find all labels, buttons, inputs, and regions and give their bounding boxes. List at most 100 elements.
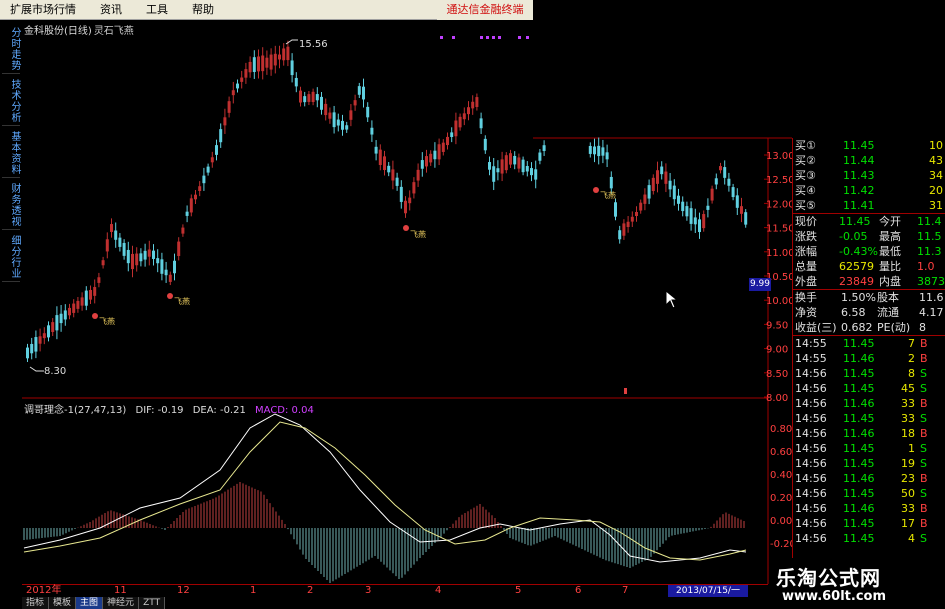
- candle-body: [164, 269, 168, 276]
- tab-main-chart[interactable]: 主图: [76, 597, 104, 609]
- tab-indicator[interactable]: 指标: [22, 597, 50, 609]
- tick-side: B: [920, 337, 928, 350]
- stat-value: 23849: [839, 275, 874, 288]
- price-tick-label: 12.00: [766, 199, 795, 210]
- tab-ztt[interactable]: ZTT: [139, 597, 166, 609]
- macd-tick-label: 0.80: [770, 424, 792, 435]
- candle-body: [278, 54, 281, 60]
- candle-body: [173, 260, 176, 274]
- tab-neuron[interactable]: 神经元: [103, 597, 140, 609]
- candle-body: [72, 303, 76, 313]
- stat-label: 内盘: [879, 275, 901, 288]
- x-tick-label: 2: [307, 585, 314, 596]
- candle-body: [42, 333, 46, 339]
- stat-label: 最高: [879, 230, 901, 243]
- candle-body: [189, 198, 193, 213]
- candle-body: [273, 53, 277, 66]
- candle-body: [320, 96, 323, 110]
- candle-body: [269, 54, 273, 70]
- x-tick-label: 6: [575, 585, 582, 596]
- tick-row: 14:56 11.45 19 S: [793, 456, 945, 471]
- stat-value: 3873: [917, 275, 945, 288]
- tick-row: 14:56 11.45 1 S: [793, 441, 945, 456]
- candle-body: [206, 166, 210, 173]
- candle-body: [672, 185, 676, 200]
- stat-label: 涨幅: [795, 245, 817, 258]
- candle-body: [488, 162, 491, 170]
- tick-volume: 4: [908, 532, 915, 545]
- tick-time: 14:56: [795, 502, 827, 515]
- candle-body: [47, 325, 50, 338]
- macd-tick-label: 0.00: [770, 516, 792, 527]
- bid-label: 买①: [795, 139, 816, 152]
- current-price-tag: 9.99: [749, 278, 771, 291]
- candle-body: [248, 61, 252, 73]
- candle-body: [437, 144, 441, 160]
- candle-body: [735, 195, 739, 208]
- tick-time: 14:56: [795, 442, 827, 455]
- candle-body: [714, 178, 718, 185]
- stat-row: 现价 11.45 今开 11.4: [793, 214, 945, 229]
- candle-body: [647, 185, 651, 199]
- x-tick-label: 12: [177, 585, 190, 596]
- candle-body: [378, 149, 382, 166]
- x-tick-label: 3: [365, 585, 372, 596]
- tick-time: 14:56: [795, 457, 827, 470]
- candle-body: [471, 101, 475, 109]
- candle-body: [345, 125, 349, 130]
- candle-body: [530, 168, 533, 176]
- candle-body: [475, 97, 479, 107]
- tick-row: 14:56 11.45 45 S: [793, 381, 945, 396]
- candle-body: [240, 77, 244, 82]
- mouse-cursor-icon: [665, 290, 679, 309]
- candle-body: [59, 313, 63, 324]
- stock-name: 金科股份(日线): [24, 26, 92, 37]
- stat-label: 总量: [795, 260, 817, 273]
- stat-label: 外盘: [795, 275, 817, 288]
- candle-body: [294, 77, 298, 87]
- bid-volume: 20: [929, 184, 943, 197]
- candle-body: [215, 145, 218, 155]
- tick-time: 14:56: [795, 427, 827, 440]
- tick-time: 14:56: [795, 382, 827, 395]
- dif-value: DIF: -0.19: [135, 405, 184, 416]
- candle-body: [706, 205, 710, 210]
- stat-label: 量比: [879, 260, 901, 273]
- candle-body: [538, 152, 542, 161]
- tick-volume: 18: [901, 427, 915, 440]
- candle-body: [425, 156, 428, 167]
- candle-body: [177, 241, 181, 257]
- candle-body: [479, 118, 483, 129]
- tick-side: B: [920, 472, 928, 485]
- candle-body: [341, 120, 344, 130]
- top-signal-dots: [440, 36, 529, 39]
- tick-row: 14:56 11.45 33 S: [793, 411, 945, 426]
- candle-body: [404, 200, 407, 214]
- candle-body: [719, 166, 722, 171]
- candle-body: [597, 145, 601, 157]
- stat-row: 收益(三) 0.682 PE(动) 8: [793, 320, 945, 335]
- tick-row: 14:56 11.46 23 B: [793, 471, 945, 486]
- tick-price: 11.46: [843, 427, 875, 440]
- candle-body: [122, 242, 126, 256]
- svg-text:飞燕: 飞燕: [174, 296, 190, 306]
- stat-value: 1.0: [917, 260, 935, 273]
- candle-body: [105, 239, 109, 252]
- candle-body: [593, 146, 596, 155]
- stat-label: 换手: [795, 291, 817, 304]
- candle-body: [399, 186, 403, 202]
- candle-body: [34, 337, 38, 352]
- candle-body: [110, 224, 113, 232]
- watermark-title: 乐淘公式网: [776, 566, 881, 590]
- tick-row: 14:56 11.46 33 B: [793, 501, 945, 516]
- tick-price: 11.45: [843, 412, 875, 425]
- tick-row: 14:56 11.45 17 B: [793, 516, 945, 531]
- tab-template[interactable]: 模板: [49, 597, 77, 609]
- tick-row: 14:56 11.46 18 B: [793, 426, 945, 441]
- candle-body: [55, 315, 59, 331]
- candle-body: [534, 169, 538, 180]
- signal-marker: 飞燕: [92, 313, 115, 326]
- dif-line: [23, 413, 747, 563]
- candle-body: [643, 194, 647, 204]
- low-marker: [29, 366, 44, 372]
